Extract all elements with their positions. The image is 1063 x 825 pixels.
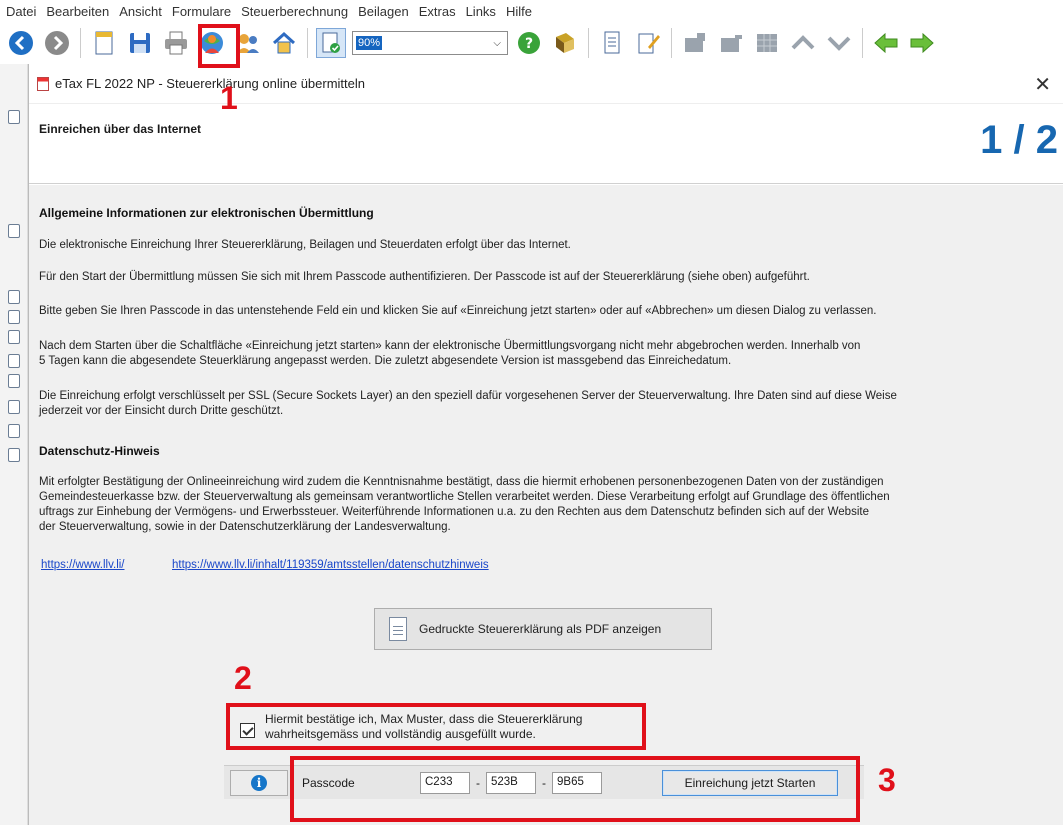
menu-steuerberechnung[interactable]: Steuerberechnung: [241, 4, 348, 19]
background-app-panel: [0, 64, 28, 825]
arrow-left-icon[interactable]: [871, 28, 901, 58]
menu-bearbeiten[interactable]: Bearbeiten: [46, 4, 109, 19]
close-icon[interactable]: ✕: [1034, 72, 1051, 97]
arrow-right-icon[interactable]: [907, 28, 937, 58]
annotation-number-2: 2: [234, 660, 252, 696]
annotation-number-1: 1: [220, 80, 238, 116]
info-line: Die Einreichung erfolgt verschlüsselt pe…: [39, 390, 897, 402]
info-line: 5 Tagen kann die abgesendete Steuerkläru…: [39, 355, 732, 367]
header-title: Einreichen über das Internet: [39, 122, 202, 136]
zoom-select[interactable]: 90% ⌵: [352, 31, 508, 55]
document-check-icon[interactable]: [316, 28, 346, 58]
info-paragraph: Bitte geben Sie Ihren Passcode in das un…: [39, 305, 877, 317]
section-title-privacy: Datenschutz-Hinweis: [39, 444, 160, 458]
chevron-down-icon[interactable]: ⌵: [493, 38, 501, 49]
up-icon[interactable]: [788, 28, 818, 58]
new-document-icon[interactable]: [89, 28, 119, 58]
tree-node-icon: [8, 448, 20, 462]
info-paragraph: Die elektronische Einreichung Ihrer Steu…: [39, 239, 571, 251]
book-icon[interactable]: [550, 28, 580, 58]
annotation-number-3: 3: [878, 762, 896, 798]
tree-node-icon: [8, 374, 20, 388]
annotation-box-2: [226, 703, 646, 750]
print-icon[interactable]: [161, 28, 191, 58]
app-icon: [37, 76, 49, 91]
privacy-line: der Steuerverwaltung, sowie in der Daten…: [39, 521, 451, 533]
tree-node-icon: [8, 310, 20, 324]
section-title-info: Allgemeine Informationen zur elektronisc…: [39, 206, 374, 220]
menu-beilagen[interactable]: Beilagen: [358, 4, 409, 19]
info-line: jederzeit vor der Einsicht durch Dritte …: [39, 405, 284, 417]
privacy-line: Mit erfolgter Bestätigung der Onlineeinr…: [39, 476, 884, 488]
table-delete-icon[interactable]: [716, 28, 746, 58]
info-icon: i: [251, 774, 267, 791]
info-paragraph: Die Einreichung erfolgt verschlüsselt pe…: [39, 389, 1054, 419]
link-datenschutz[interactable]: https://www.llv.li/inhalt/119359/amtsste…: [172, 559, 489, 571]
menu-extras[interactable]: Extras: [419, 4, 456, 19]
toolbar: 90% ⌵ ?: [0, 22, 1063, 64]
menu-formulare[interactable]: Formulare: [172, 4, 231, 19]
table-insert-icon[interactable]: [680, 28, 710, 58]
help-icon[interactable]: ?: [514, 28, 544, 58]
link-llv[interactable]: https://www.llv.li/: [41, 559, 125, 571]
tree-node-icon: [8, 424, 20, 438]
annotation-box-1: [198, 24, 240, 68]
menu-bar: Datei Bearbeiten Ansicht Formulare Steue…: [0, 0, 1063, 22]
privacy-line: uftrags zur Einhebung der Vermögens- und…: [39, 506, 869, 518]
show-pdf-button[interactable]: Gedruckte Steuererklärung als PDF anzeig…: [374, 608, 712, 650]
down-icon[interactable]: [824, 28, 854, 58]
document-icon: [389, 617, 407, 641]
edit-icon[interactable]: [633, 28, 663, 58]
dialog-titlebar: eTax FL 2022 NP - Steuererklärung online…: [29, 64, 1063, 104]
toolbar-separator: [80, 28, 81, 58]
annotation-box-3: [290, 756, 860, 822]
grid-icon[interactable]: [752, 28, 782, 58]
back-icon[interactable]: [6, 28, 36, 58]
menu-links[interactable]: Links: [466, 4, 496, 19]
info-line: Nach dem Starten über die Schaltfläche «…: [39, 340, 861, 352]
page-icon[interactable]: [597, 28, 627, 58]
menu-hilfe[interactable]: Hilfe: [506, 4, 532, 19]
toolbar-separator: [588, 28, 589, 58]
tree-node-icon: [8, 110, 20, 124]
tree-node-icon: [8, 290, 20, 304]
info-button[interactable]: i: [230, 769, 288, 796]
tree-node-icon: [8, 224, 20, 238]
privacy-line: Gemeindesteuerkasse bzw. der Steuerverwa…: [39, 491, 890, 503]
menu-ansicht[interactable]: Ansicht: [119, 4, 162, 19]
zoom-value: 90%: [356, 36, 383, 50]
info-paragraph: Nach dem Starten über die Schaltfläche «…: [39, 339, 1054, 369]
svg-text:?: ?: [525, 36, 533, 52]
tree-node-icon: [8, 330, 20, 344]
save-icon[interactable]: [125, 28, 155, 58]
step-indicator: 1 / 2: [980, 118, 1058, 162]
home-icon[interactable]: [269, 28, 299, 58]
show-pdf-label: Gedruckte Steuererklärung als PDF anzeig…: [419, 622, 662, 636]
dialog-header: Einreichen über das Internet 1 / 2: [29, 104, 1063, 184]
privacy-paragraph: Mit erfolgter Bestätigung der Onlineeinr…: [39, 475, 1054, 535]
dialog-title: eTax FL 2022 NP - Steuererklärung online…: [55, 76, 366, 91]
info-paragraph: Für den Start der Übermittlung müssen Si…: [39, 271, 810, 283]
toolbar-separator: [307, 28, 308, 58]
forward-icon[interactable]: [42, 28, 72, 58]
menu-datei[interactable]: Datei: [6, 4, 36, 19]
tree-node-icon: [8, 354, 20, 368]
toolbar-separator: [671, 28, 672, 58]
toolbar-separator: [862, 28, 863, 58]
tree-node-icon: [8, 400, 20, 414]
